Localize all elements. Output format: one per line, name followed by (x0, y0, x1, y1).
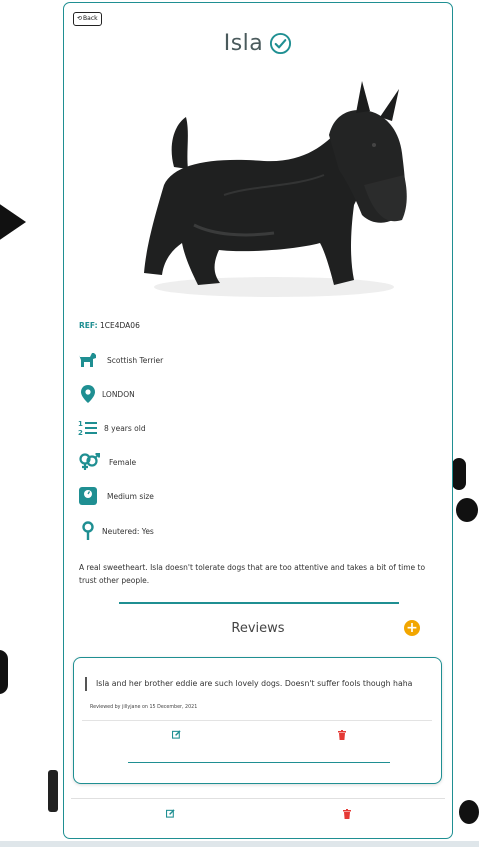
age-row: 12 8 years old (78, 418, 146, 438)
background-paw-fragment (459, 800, 479, 824)
venus-icon (78, 521, 98, 541)
map-marker-icon (78, 384, 98, 404)
size-text: Medium size (107, 491, 154, 501)
weight-scale-icon (78, 486, 98, 506)
edit-review-button[interactable] (172, 730, 181, 739)
review-card: Isla and her brother eddie are such love… (73, 657, 442, 784)
location-text: LONDON (102, 389, 135, 399)
venus-mars-icon (78, 452, 100, 472)
neutered-row: Neutered: Yes (78, 521, 154, 541)
numbered-list-icon: 12 (78, 418, 98, 438)
dog-icon (78, 350, 98, 370)
ref-value: 1CE4DA06 (100, 321, 140, 330)
edit-dog-button[interactable] (166, 809, 175, 818)
footer-divider (71, 798, 445, 799)
dog-photo (144, 81, 407, 297)
review-text: Isla and her brother eddie are such love… (85, 677, 412, 691)
review-divider (82, 720, 432, 721)
page-bottom-strip (0, 841, 479, 847)
back-button[interactable]: ⟲ Back (73, 12, 102, 26)
background-paw-fragment (0, 650, 8, 694)
check-circle-icon (270, 32, 292, 55)
gender-text: Female (109, 457, 137, 467)
background-paw-fragment (452, 458, 466, 490)
location-row: LONDON (78, 384, 135, 404)
size-row: Medium size (78, 486, 154, 506)
reference-number: REF: 1CE4DA06 (79, 321, 140, 330)
delete-dog-button[interactable] (343, 809, 351, 819)
breed-row: Scottish Terrier (78, 350, 163, 370)
dog-name: Isla (223, 31, 264, 56)
svg-text:2: 2 (78, 429, 83, 437)
svg-text:1: 1 (78, 420, 83, 428)
background-paw-fragment (0, 196, 26, 248)
reviews-heading: Reviews (231, 621, 285, 636)
back-label: Back (83, 15, 98, 22)
dog-description: A real sweetheart. Isla doesn't tolerate… (79, 563, 426, 585)
dog-detail-card: ⟲ Back Isla REF: 1CE4DA06 Scottish Terri… (63, 2, 453, 839)
review-meta: Reviewed by jillyjane on 15 December, 20… (90, 705, 198, 710)
gender-row: Female (78, 452, 136, 472)
add-review-button[interactable]: + (404, 620, 420, 636)
section-divider (119, 602, 399, 604)
back-arrow-icon: ⟲ (77, 15, 83, 22)
background-paw-fragment (48, 770, 58, 812)
background-paw-fragment (456, 498, 478, 522)
ref-label: REF: (79, 321, 98, 330)
delete-review-button[interactable] (338, 730, 346, 740)
plus-circle-icon: + (406, 620, 418, 636)
age-text: 8 years old (104, 423, 146, 433)
review-bottom-line (128, 762, 390, 763)
title-row: Isla (64, 31, 452, 56)
breed-text: Scottish Terrier (107, 355, 164, 365)
neutered-text: Neutered: Yes (102, 526, 154, 536)
